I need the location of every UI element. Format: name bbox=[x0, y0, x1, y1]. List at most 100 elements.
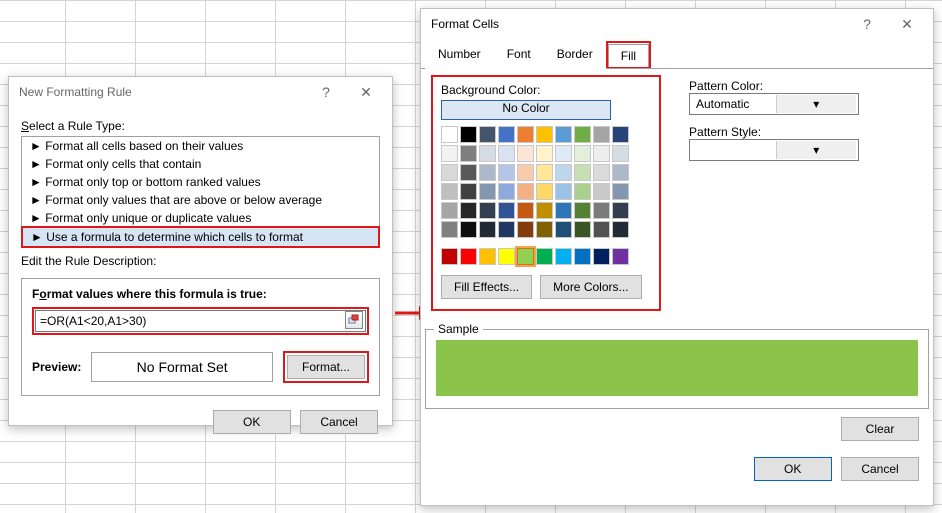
fill-effects-button[interactable]: Fill Effects... bbox=[441, 275, 532, 299]
rule-type-item[interactable]: ► Format only unique or duplicate values bbox=[22, 209, 379, 227]
color-swatch[interactable] bbox=[517, 248, 534, 265]
color-swatch[interactable] bbox=[574, 164, 591, 181]
ok-button[interactable]: OK bbox=[754, 457, 832, 481]
color-swatch[interactable] bbox=[574, 202, 591, 219]
close-icon[interactable]: ✕ bbox=[346, 78, 386, 106]
color-swatch[interactable] bbox=[555, 164, 572, 181]
color-swatch[interactable] bbox=[498, 221, 515, 238]
color-swatch[interactable] bbox=[612, 202, 629, 219]
color-swatch[interactable] bbox=[536, 248, 553, 265]
color-swatch[interactable] bbox=[460, 248, 477, 265]
color-swatch[interactable] bbox=[555, 145, 572, 162]
color-swatch[interactable] bbox=[593, 202, 610, 219]
format-button[interactable]: Format... bbox=[287, 355, 365, 379]
tab-border[interactable]: Border bbox=[544, 42, 606, 69]
color-swatch[interactable] bbox=[441, 202, 458, 219]
color-swatch[interactable] bbox=[441, 183, 458, 200]
color-swatch[interactable] bbox=[555, 126, 572, 143]
theme-color-palette[interactable] bbox=[441, 126, 651, 238]
color-swatch[interactable] bbox=[479, 126, 496, 143]
color-swatch[interactable] bbox=[498, 164, 515, 181]
help-icon[interactable]: ? bbox=[306, 78, 346, 106]
formula-input[interactable] bbox=[35, 310, 366, 332]
color-swatch[interactable] bbox=[460, 202, 477, 219]
ok-button[interactable]: OK bbox=[213, 410, 291, 434]
color-swatch[interactable] bbox=[498, 202, 515, 219]
color-swatch[interactable] bbox=[517, 202, 534, 219]
color-swatch[interactable] bbox=[593, 164, 610, 181]
color-swatch[interactable] bbox=[498, 145, 515, 162]
color-swatch[interactable] bbox=[479, 202, 496, 219]
color-swatch[interactable] bbox=[612, 248, 629, 265]
color-swatch[interactable] bbox=[441, 145, 458, 162]
color-swatch[interactable] bbox=[460, 126, 477, 143]
tab-number[interactable]: Number bbox=[425, 42, 494, 69]
rule-type-item[interactable]: ► Format only top or bottom ranked value… bbox=[22, 173, 379, 191]
color-swatch[interactable] bbox=[479, 221, 496, 238]
more-colors-button[interactable]: More Colors... bbox=[540, 275, 641, 299]
color-swatch[interactable] bbox=[517, 221, 534, 238]
color-swatch[interactable] bbox=[479, 145, 496, 162]
color-swatch[interactable] bbox=[498, 126, 515, 143]
color-swatch[interactable] bbox=[441, 221, 458, 238]
pattern-style-combo[interactable]: ▾ bbox=[689, 139, 859, 161]
color-swatch[interactable] bbox=[517, 164, 534, 181]
cancel-button[interactable]: Cancel bbox=[300, 410, 378, 434]
color-swatch[interactable] bbox=[555, 183, 572, 200]
color-swatch[interactable] bbox=[574, 221, 591, 238]
color-swatch[interactable] bbox=[555, 248, 572, 265]
color-swatch[interactable] bbox=[517, 126, 534, 143]
no-color-button[interactable]: No Color bbox=[441, 100, 611, 120]
color-swatch[interactable] bbox=[536, 221, 553, 238]
color-swatch[interactable] bbox=[517, 183, 534, 200]
color-swatch[interactable] bbox=[555, 221, 572, 238]
color-swatch[interactable] bbox=[593, 126, 610, 143]
color-swatch[interactable] bbox=[593, 221, 610, 238]
color-swatch[interactable] bbox=[460, 164, 477, 181]
pattern-color-combo[interactable]: Automatic ▾ bbox=[689, 93, 859, 115]
color-swatch[interactable] bbox=[574, 183, 591, 200]
color-swatch[interactable] bbox=[612, 145, 629, 162]
color-swatch[interactable] bbox=[612, 221, 629, 238]
color-swatch[interactable] bbox=[612, 164, 629, 181]
color-swatch[interactable] bbox=[536, 183, 553, 200]
rule-type-list[interactable]: ► Format all cells based on their values… bbox=[21, 136, 380, 248]
color-swatch[interactable] bbox=[612, 126, 629, 143]
color-swatch[interactable] bbox=[536, 126, 553, 143]
range-selector-icon[interactable] bbox=[345, 311, 363, 329]
color-swatch[interactable] bbox=[536, 145, 553, 162]
color-swatch[interactable] bbox=[593, 145, 610, 162]
color-swatch[interactable] bbox=[441, 248, 458, 265]
color-swatch[interactable] bbox=[517, 145, 534, 162]
color-swatch[interactable] bbox=[536, 164, 553, 181]
color-swatch[interactable] bbox=[460, 221, 477, 238]
clear-button[interactable]: Clear bbox=[841, 417, 919, 441]
color-swatch[interactable] bbox=[593, 248, 610, 265]
color-swatch[interactable] bbox=[574, 248, 591, 265]
rule-type-item[interactable]: ► Format only cells that contain bbox=[22, 155, 379, 173]
color-swatch[interactable] bbox=[536, 202, 553, 219]
color-swatch[interactable] bbox=[612, 183, 629, 200]
close-icon[interactable]: ✕ bbox=[887, 10, 927, 38]
color-swatch[interactable] bbox=[574, 126, 591, 143]
color-swatch[interactable] bbox=[441, 126, 458, 143]
tab-fill[interactable]: Fill bbox=[608, 44, 649, 67]
tab-font[interactable]: Font bbox=[494, 42, 544, 69]
color-swatch[interactable] bbox=[555, 202, 572, 219]
standard-color-palette[interactable] bbox=[441, 248, 651, 265]
color-swatch[interactable] bbox=[574, 145, 591, 162]
help-icon[interactable]: ? bbox=[847, 10, 887, 38]
color-swatch[interactable] bbox=[441, 164, 458, 181]
rule-type-item[interactable]: ► Format all cells based on their values bbox=[22, 137, 379, 155]
color-swatch[interactable] bbox=[593, 183, 610, 200]
cancel-button[interactable]: Cancel bbox=[841, 457, 919, 481]
color-swatch[interactable] bbox=[460, 145, 477, 162]
color-swatch[interactable] bbox=[479, 164, 496, 181]
rule-type-item[interactable]: ► Use a formula to determine which cells… bbox=[23, 228, 378, 246]
color-swatch[interactable] bbox=[498, 248, 515, 265]
color-swatch[interactable] bbox=[479, 183, 496, 200]
color-swatch[interactable] bbox=[460, 183, 477, 200]
color-swatch[interactable] bbox=[479, 248, 496, 265]
color-swatch[interactable] bbox=[498, 183, 515, 200]
rule-type-item[interactable]: ► Format only values that are above or b… bbox=[22, 191, 379, 209]
